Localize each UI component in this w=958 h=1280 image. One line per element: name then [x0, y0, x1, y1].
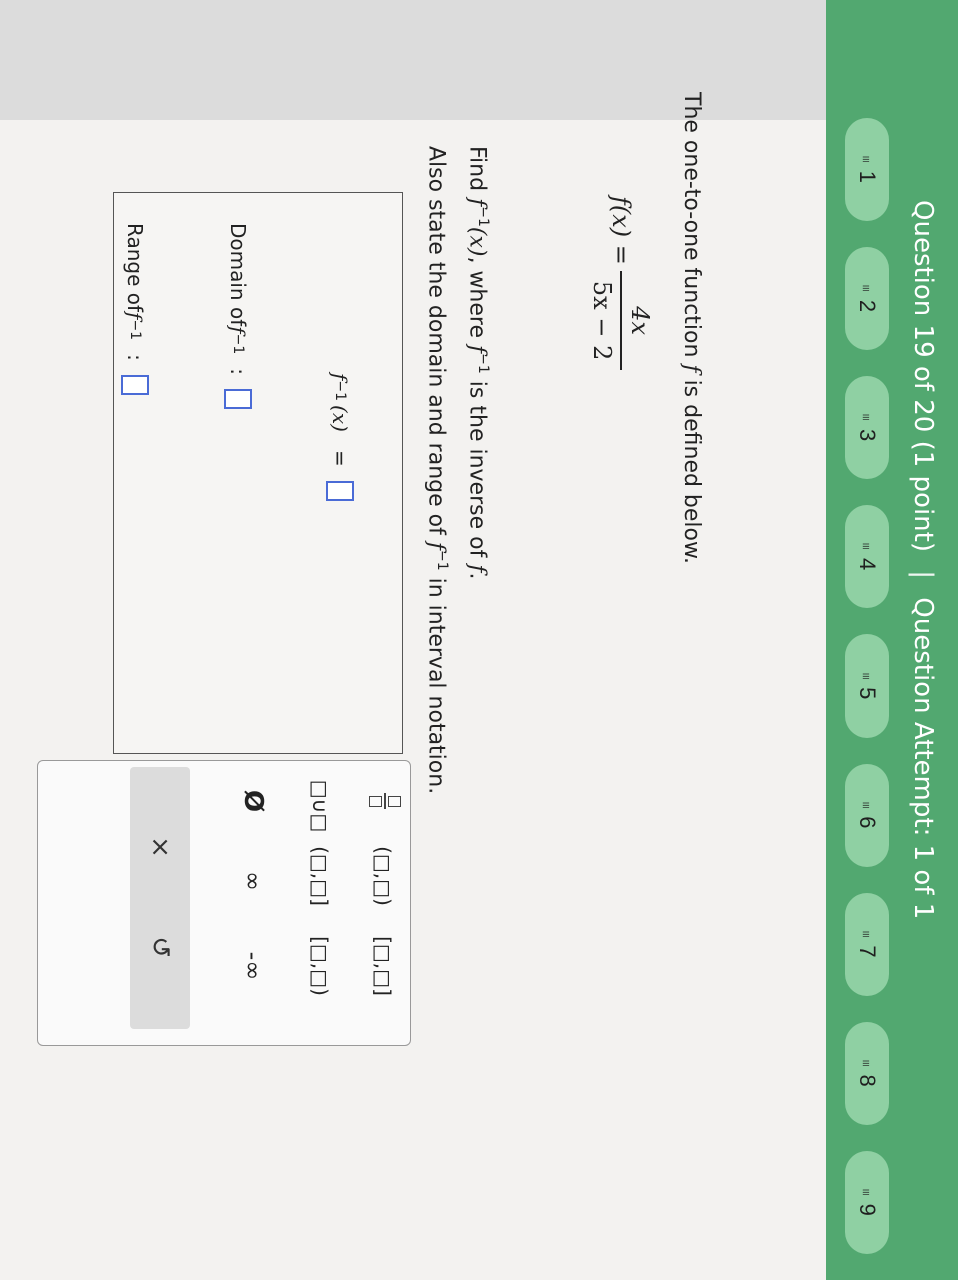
find-function-2: f — [464, 345, 490, 354]
find-superscript: −1 — [475, 206, 491, 227]
find-suffix: is the inverse of — [464, 373, 490, 565]
fraction-key[interactable] — [369, 781, 401, 821]
menu-icon: ≡ — [863, 797, 871, 813]
question-nav: ≡ 1 ≡ 2 ≡ 3 ≡ 4 ≡ 5 ≡ 6 ≡ 7 ≡ 8 ≡ 9 — [842, 118, 892, 1280]
clear-button[interactable]: × — [130, 817, 190, 877]
find-argument: (x) — [464, 226, 490, 257]
menu-icon: ≡ — [863, 1184, 871, 1200]
open-interval-key[interactable]: (□,□) — [368, 841, 398, 911]
question-nav-button-3[interactable]: ≡ 3 — [845, 376, 889, 480]
domain-superscript: −1 — [230, 333, 246, 355]
half-open-left-closed-key[interactable]: [□,□) — [305, 931, 335, 1001]
attempt-label: Question Attempt: 1 of 1 — [908, 597, 938, 920]
fraction-icon — [369, 793, 401, 809]
header-title: Question 19 of 20 (1 point) | Question A… — [898, 200, 948, 1280]
domain-function: f — [226, 326, 250, 334]
fraction-bar — [620, 270, 622, 371]
question-nav-button-5[interactable]: ≡ 5 — [845, 634, 889, 738]
also-prefix: Also state the domain and range of — [423, 146, 449, 542]
empty-set-key[interactable]: Ø — [236, 781, 270, 821]
range-label: Range of — [123, 223, 147, 313]
header-bar: Question 19 of 20 (1 point) | Question A… — [826, 0, 958, 1280]
range-colon: : — [123, 354, 147, 361]
intro-prefix: The one-to-one function — [679, 92, 704, 365]
domain-answer-row: Domain of f −1: — [224, 223, 252, 410]
inverse-equals: = — [328, 449, 352, 467]
inverse-argument: (x) — [328, 405, 352, 432]
question-nav-button-8[interactable]: ≡ 8 — [845, 1021, 889, 1125]
inverse-answer-input[interactable] — [326, 480, 354, 501]
inverse-superscript: −1 — [332, 380, 348, 402]
menu-icon: ≡ — [863, 151, 871, 167]
find-middle: , where — [464, 256, 490, 346]
question-number: 5 — [855, 687, 880, 700]
menu-icon: ≡ — [863, 281, 871, 297]
closed-interval-key[interactable]: [□,□] — [368, 931, 398, 1001]
question-number: 8 — [855, 1074, 880, 1087]
find-prefix: Find — [464, 146, 490, 199]
math-keypad: (□,□) [□,□] □∪□ (□,□] [□,□) Ø ∞ -∞ × ↺ — [37, 760, 411, 1046]
range-answer-row: Range of f −1: — [121, 223, 149, 395]
find-function: f — [464, 198, 490, 207]
menu-icon: ≡ — [863, 926, 871, 942]
infinity-key[interactable]: ∞ — [236, 861, 270, 901]
also-function: f — [423, 541, 449, 550]
also-superscript: −1 — [434, 549, 450, 571]
union-key[interactable]: □∪□ — [305, 780, 335, 832]
intro-function-symbol: f — [679, 364, 704, 373]
question-number: 1 — [855, 170, 880, 183]
find-instruction: Find f−1(x), where f−1 is the inverse of… — [465, 146, 491, 579]
domain-colon: : — [226, 368, 250, 376]
find-superscript-2: −1 — [475, 353, 491, 374]
domain-label: Domain of — [226, 223, 250, 327]
function-lhs: f(x) = — [607, 196, 635, 265]
half-open-right-closed-key[interactable]: (□,□] — [305, 841, 335, 911]
undo-icon[interactable]: ↺ — [130, 917, 190, 977]
function-fraction: 4x 5x − 2 — [588, 270, 654, 371]
page-stage: Question 19 of 20 (1 point) | Question A… — [0, 0, 958, 1280]
range-function: f — [123, 312, 147, 320]
fraction-denominator: 5x − 2 — [588, 280, 616, 361]
question-number: 9 — [855, 1203, 880, 1216]
question-nav-button-4[interactable]: ≡ 4 — [845, 505, 889, 609]
menu-icon: ≡ — [863, 668, 871, 684]
function-definition: f(x) = 4x 5x − 2 — [561, 196, 681, 371]
range-answer-input[interactable] — [121, 374, 149, 395]
question-number: 6 — [855, 816, 880, 829]
range-superscript: −1 — [127, 319, 143, 341]
question-nav-button-7[interactable]: ≡ 7 — [845, 892, 889, 996]
question-number: 4 — [855, 558, 880, 571]
inverse-answer-row: f −1 (x) = — [326, 373, 354, 501]
find-end: . — [464, 572, 490, 580]
intro-suffix: is defined below. — [679, 372, 704, 564]
answer-box: f −1 (x) = Domain of f −1: Range of f −1: — [113, 192, 403, 754]
question-label: Question 19 of 20 (1 point) — [908, 200, 938, 552]
menu-icon: ≡ — [863, 539, 871, 555]
negative-infinity-key[interactable]: -∞ — [236, 941, 270, 991]
also-suffix: in interval notation. — [423, 570, 449, 795]
header-separator: | — [908, 570, 938, 580]
question-nav-button-6[interactable]: ≡ 6 — [845, 763, 889, 867]
question-nav-button-9[interactable]: ≡ 9 — [845, 1150, 889, 1254]
fraction-numerator: 4x — [626, 306, 654, 336]
question-number: 2 — [855, 299, 880, 313]
problem-intro: The one-to-one function f is defined bel… — [679, 92, 704, 564]
question-number: 3 — [855, 428, 880, 442]
question-nav-button-1[interactable]: ≡ 1 — [845, 118, 889, 222]
keypad-action-bar: × ↺ — [130, 767, 190, 1029]
menu-icon: ≡ — [863, 410, 871, 426]
domain-range-instruction: Also state the domain and range of f−1 i… — [424, 146, 450, 794]
inverse-function: f — [328, 373, 352, 381]
menu-icon: ≡ — [863, 1055, 871, 1071]
question-number: 7 — [855, 945, 880, 958]
question-content: The one-to-one function f is defined bel… — [0, 0, 826, 1280]
question-nav-button-2[interactable]: ≡ 2 — [845, 247, 889, 351]
domain-answer-input[interactable] — [224, 389, 252, 410]
